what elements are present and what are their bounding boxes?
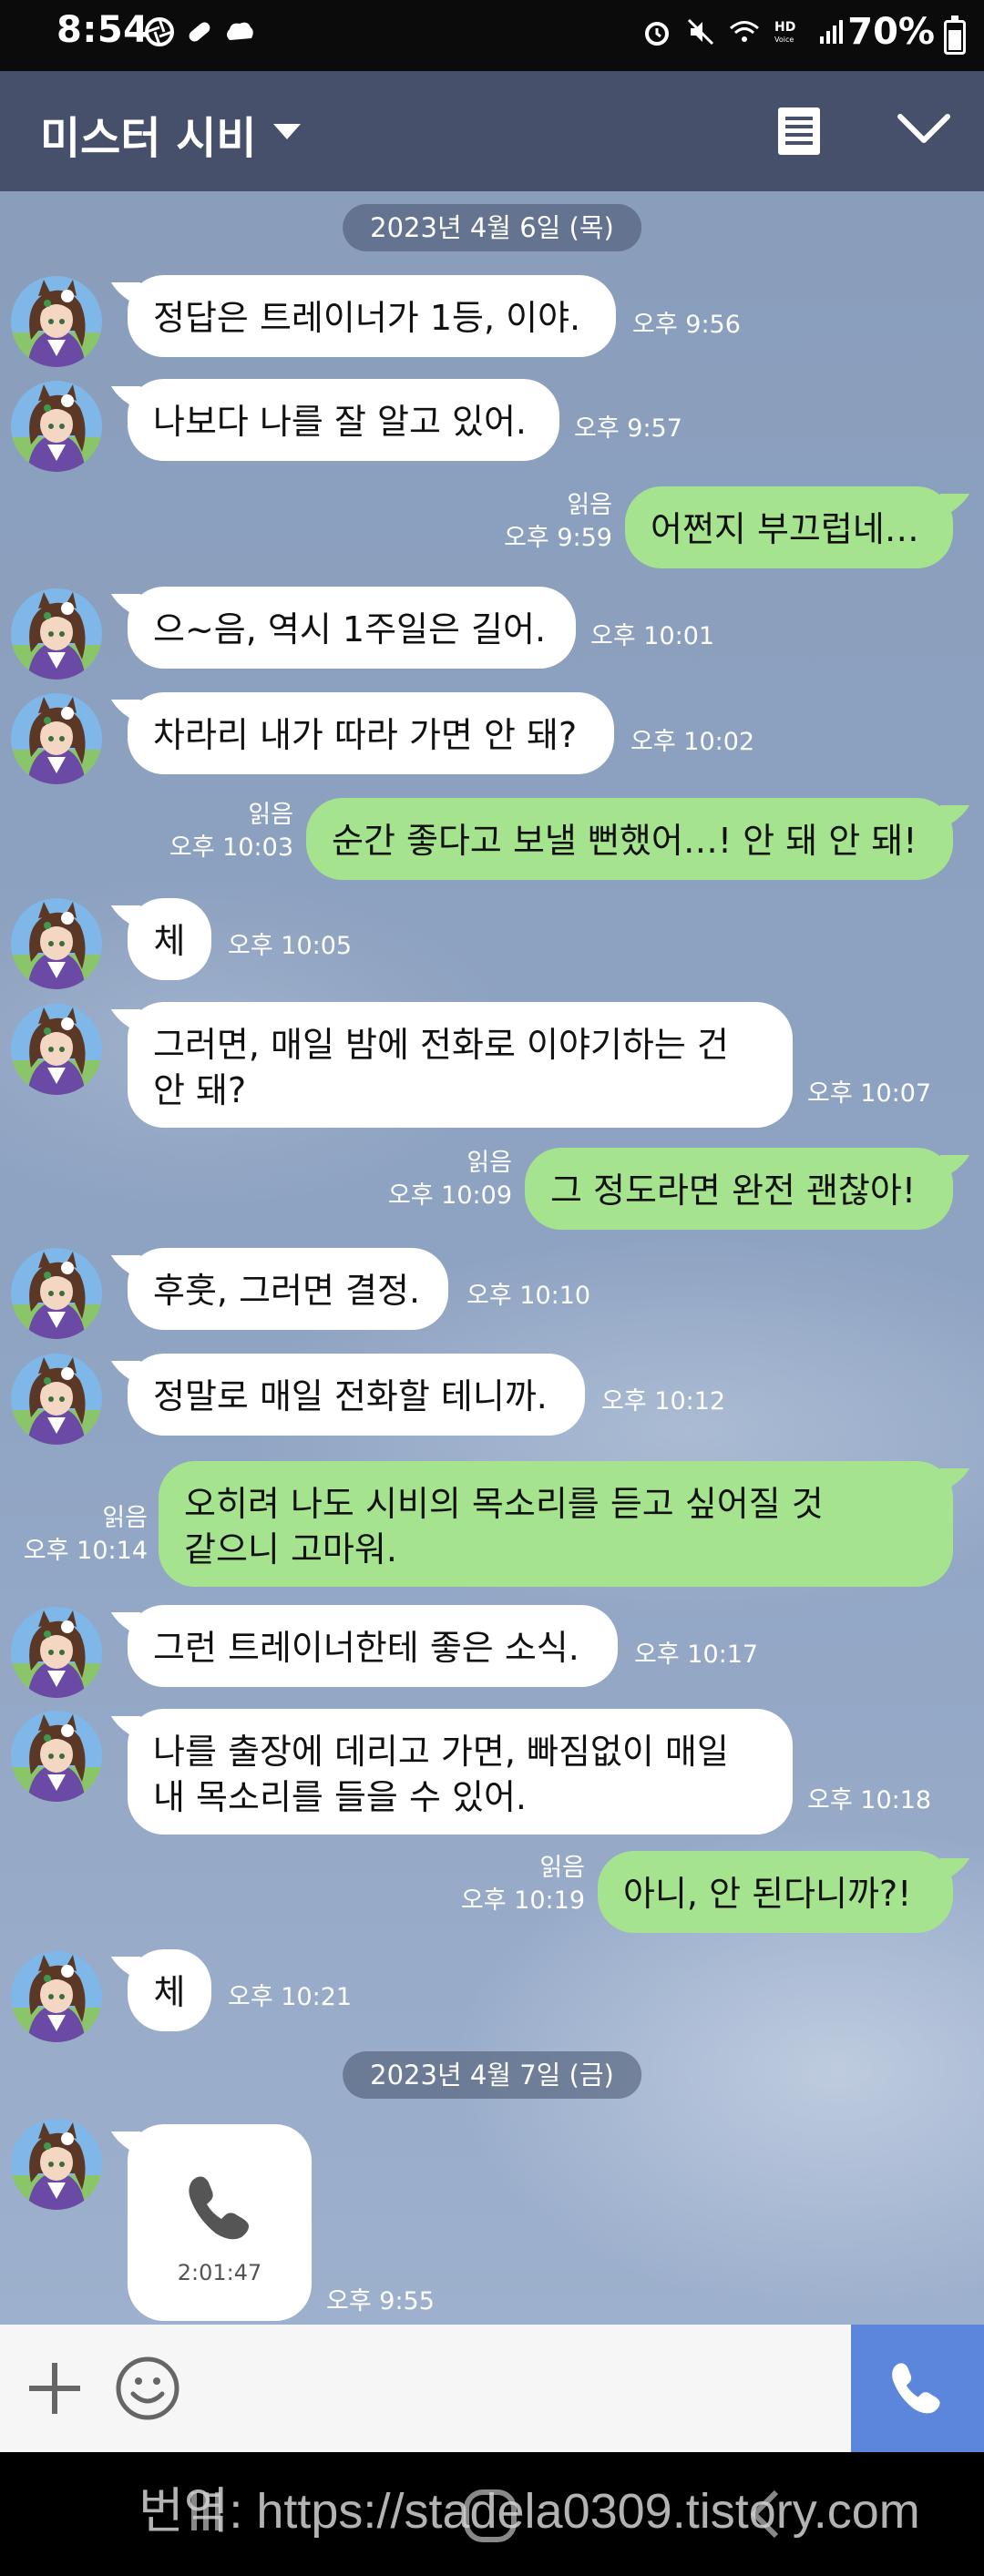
message-time: 오후 10:05 bbox=[228, 932, 353, 960]
pill-icon bbox=[189, 22, 210, 42]
read-receipt: 읽음 bbox=[248, 801, 293, 829]
battery-percent: 70% bbox=[847, 11, 935, 53]
message-time: 오후 9:57 bbox=[574, 414, 682, 443]
message-bubble: 어쩐지 부끄럽네… bbox=[625, 486, 953, 568]
chat-header: 미스터 시비 bbox=[0, 71, 984, 191]
message-time: 오후 10:07 bbox=[807, 1079, 932, 1108]
read-receipt: 읽음 bbox=[539, 1854, 585, 1882]
message-bubble: 그 정도라면 완전 괜찮아! bbox=[525, 1148, 953, 1230]
message-bubble: 그런 트레이너한테 좋은 소식. bbox=[128, 1605, 618, 1687]
message-time: 오후 10:18 bbox=[807, 1786, 932, 1814]
svg-text:Voice: Voice bbox=[774, 36, 794, 44]
signal-icon bbox=[820, 20, 843, 44]
message-time: 오후 10:10 bbox=[466, 1282, 591, 1310]
message-bubble: 오히려 나도 시비의 목소리를 듣고 싶어질 것 같으니 고마워. bbox=[159, 1461, 953, 1587]
call-button[interactable] bbox=[851, 2325, 984, 2452]
message-time: 오후 9:59 bbox=[504, 524, 612, 552]
chevron-down-icon[interactable] bbox=[897, 111, 951, 148]
character-avatar-icon[interactable] bbox=[11, 1248, 102, 1339]
svg-text:HD: HD bbox=[774, 20, 795, 35]
status-bar: 8:54 HD Voice 70% bbox=[0, 0, 984, 71]
message-time: 오후 10:01 bbox=[590, 622, 715, 650]
character-avatar-icon[interactable] bbox=[11, 2119, 102, 2210]
wifi-icon bbox=[730, 21, 759, 42]
message-time: 오후 10:19 bbox=[460, 1886, 585, 1915]
notes-icon[interactable] bbox=[776, 106, 822, 157]
message-time: 오후 10:21 bbox=[228, 1983, 353, 2011]
message-bubble: 그러면, 매일 밤에 전화로 이야기하는 건 안 돼? bbox=[128, 1002, 793, 1128]
character-avatar-icon[interactable] bbox=[11, 693, 102, 784]
dropdown-caret-icon[interactable] bbox=[273, 124, 301, 139]
message-bubble: 정답은 트레이너가 1등, 이야. bbox=[128, 275, 616, 357]
message-bubble: 체 bbox=[128, 1949, 211, 2031]
mute-icon bbox=[687, 18, 714, 46]
message-bubble: 아니, 안 된다니까?! bbox=[598, 1851, 953, 1933]
character-avatar-icon[interactable] bbox=[11, 1004, 102, 1095]
date-separator: 2023년 4월 6일 (목) bbox=[343, 204, 641, 251]
system-icons: HD Voice bbox=[641, 16, 847, 47]
read-receipt: 읽음 bbox=[466, 1149, 512, 1177]
character-avatar-icon[interactable] bbox=[11, 1607, 102, 1698]
chat-area[interactable]: 2023년 4월 6일 (목) 정답은 트레이너가 1등, 이야. 오후 9:5… bbox=[0, 191, 984, 2325]
notification-icons bbox=[144, 16, 255, 47]
message-bubble: 순간 좋다고 보낼 뻔했어…! 안 돼 안 돼! bbox=[306, 798, 953, 880]
character-avatar-icon[interactable] bbox=[11, 588, 102, 680]
character-avatar-icon[interactable] bbox=[11, 1711, 102, 1802]
phone-icon bbox=[892, 2363, 940, 2414]
character-avatar-icon[interactable] bbox=[11, 276, 102, 367]
message-time: 오후 10:02 bbox=[630, 728, 755, 756]
read-receipt: 읽음 bbox=[567, 491, 612, 519]
message-time: 오후 10:12 bbox=[601, 1387, 726, 1416]
message-time: 오후 10:17 bbox=[634, 1641, 759, 1669]
character-avatar-icon[interactable] bbox=[11, 381, 102, 472]
message-bubble: 으~음, 역시 1주일은 길어. bbox=[128, 587, 576, 669]
emoji-icon[interactable] bbox=[115, 2356, 180, 2421]
call-message-bubble[interactable]: 2:01:47 bbox=[128, 2124, 312, 2321]
message-bubble: 체 bbox=[128, 898, 211, 980]
message-time: 오후 9:55 bbox=[326, 2287, 435, 2315]
character-avatar-icon[interactable] bbox=[11, 1354, 102, 1445]
chat-title[interactable]: 미스터 시비 bbox=[40, 102, 257, 166]
message-time: 오후 10:03 bbox=[169, 833, 293, 862]
message-bubble: 정말로 매일 전화할 테니까. bbox=[128, 1354, 585, 1436]
translation-watermark: 번역: https://stadela0309.tistory.com bbox=[138, 2484, 920, 2539]
call-duration: 2:01:47 bbox=[177, 2260, 262, 2285]
message-bubble: 후훗, 그러면 결정. bbox=[128, 1248, 448, 1330]
message-bubble: 차라리 내가 따라 가면 안 돼? bbox=[128, 692, 614, 774]
cloud-icon bbox=[227, 22, 253, 40]
battery-icon bbox=[944, 15, 966, 55]
status-time: 8:54 bbox=[56, 9, 149, 51]
message-time: 오후 10:09 bbox=[387, 1181, 512, 1210]
message-time: 오후 9:56 bbox=[632, 311, 741, 339]
character-avatar-icon[interactable] bbox=[11, 898, 102, 989]
message-time: 오후 10:14 bbox=[23, 1537, 148, 1565]
alarm-icon bbox=[645, 22, 669, 46]
input-bar bbox=[0, 2325, 984, 2452]
message-bubble: 나를 출장에 데리고 가면, 빠짐없이 매일 내 목소리를 들을 수 있어. bbox=[128, 1709, 793, 1835]
date-separator: 2023년 4월 7일 (금) bbox=[343, 2051, 641, 2099]
plus-icon[interactable] bbox=[27, 2361, 82, 2416]
phone-icon bbox=[189, 2176, 249, 2240]
aperture-icon bbox=[145, 17, 174, 46]
hd-voice-icon: HDVoice bbox=[774, 20, 795, 44]
message-bubble: 나보다 나를 잘 알고 있어. bbox=[128, 379, 559, 461]
character-avatar-icon[interactable] bbox=[11, 1951, 102, 2042]
read-receipt: 읽음 bbox=[102, 1504, 148, 1532]
